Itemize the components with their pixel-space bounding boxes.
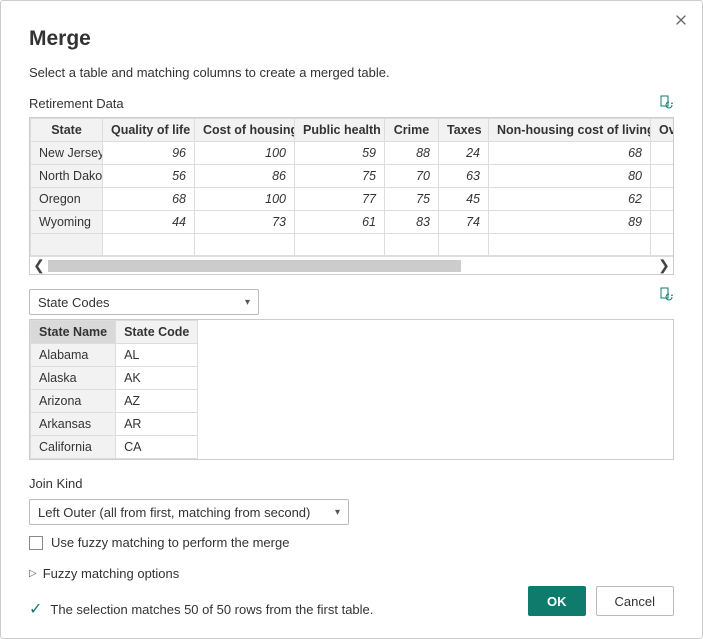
fuzzy-options-expander[interactable]: ▷ Fuzzy matching options: [29, 566, 674, 581]
fuzzy-checkbox-row[interactable]: Use fuzzy matching to perform the merge: [29, 535, 674, 550]
table-row[interactable]: Wyoming 44 73 61 83 74 89: [31, 211, 675, 234]
table1-scrollbar[interactable]: ❮ ❯: [30, 256, 673, 274]
refresh-icon[interactable]: [658, 286, 674, 305]
col-nonhousing[interactable]: Non-housing cost of living: [489, 119, 651, 142]
chevron-down-icon: ▾: [335, 507, 340, 518]
col-state[interactable]: State: [31, 119, 103, 142]
ok-button[interactable]: OK: [528, 586, 586, 616]
fuzzy-checkbox-label: Use fuzzy matching to perform the merge: [51, 535, 289, 550]
table2-preview[interactable]: State Name State Code AlabamaAL AlaskaAK…: [29, 319, 674, 460]
table-row[interactable]: CaliforniaCA: [31, 436, 198, 459]
join-kind-label: Join Kind: [29, 476, 674, 491]
table2-dropdown-value: State Codes: [38, 295, 110, 310]
join-kind-dropdown[interactable]: Left Outer (all from first, matching fro…: [29, 499, 349, 525]
col-state-name[interactable]: State Name: [31, 321, 116, 344]
table-row[interactable]: AlaskaAK: [31, 367, 198, 390]
merge-dialog: Merge Select a table and matching column…: [0, 0, 703, 639]
close-icon[interactable]: [674, 13, 688, 30]
col-health[interactable]: Public health: [295, 119, 385, 142]
col-housing[interactable]: Cost of housing: [195, 119, 295, 142]
table-row-partial: [31, 234, 675, 256]
status-text: The selection matches 50 of 50 rows from…: [50, 602, 373, 617]
chevron-right-icon: ▷: [29, 568, 37, 579]
table1-label: Retirement Data: [29, 96, 124, 111]
fuzzy-options-label: Fuzzy matching options: [43, 566, 180, 581]
col-quality[interactable]: Quality of life: [103, 119, 195, 142]
table-row[interactable]: ArizonaAZ: [31, 390, 198, 413]
refresh-icon[interactable]: [658, 94, 674, 113]
col-taxes[interactable]: Taxes: [439, 119, 489, 142]
join-kind-value: Left Outer (all from first, matching fro…: [38, 505, 310, 520]
fuzzy-checkbox[interactable]: [29, 536, 43, 550]
table2-dropdown[interactable]: State Codes ▾: [29, 289, 259, 315]
scroll-right-icon[interactable]: ❯: [655, 257, 673, 274]
dialog-title: Merge: [29, 27, 674, 51]
table-row[interactable]: AlabamaAL: [31, 344, 198, 367]
table-row[interactable]: Oregon 68 100 77 75 45 62: [31, 188, 675, 211]
check-icon: ✓: [29, 599, 42, 619]
col-crime[interactable]: Crime: [385, 119, 439, 142]
cancel-button[interactable]: Cancel: [596, 586, 674, 616]
table-row[interactable]: North Dakota 56 86 75 70 63 80: [31, 165, 675, 188]
col-state-code[interactable]: State Code: [116, 321, 198, 344]
col-overall-trunc[interactable]: Ov: [651, 119, 675, 142]
dialog-subtitle: Select a table and matching columns to c…: [29, 65, 674, 80]
scroll-left-icon[interactable]: ❮: [30, 257, 48, 274]
table-row[interactable]: New Jersey 96 100 59 88 24 68: [31, 142, 675, 165]
table1-preview[interactable]: State Quality of life Cost of housing Pu…: [29, 117, 674, 275]
table-row[interactable]: ArkansasAR: [31, 413, 198, 436]
scroll-thumb[interactable]: [48, 260, 461, 272]
chevron-down-icon: ▾: [245, 297, 250, 308]
